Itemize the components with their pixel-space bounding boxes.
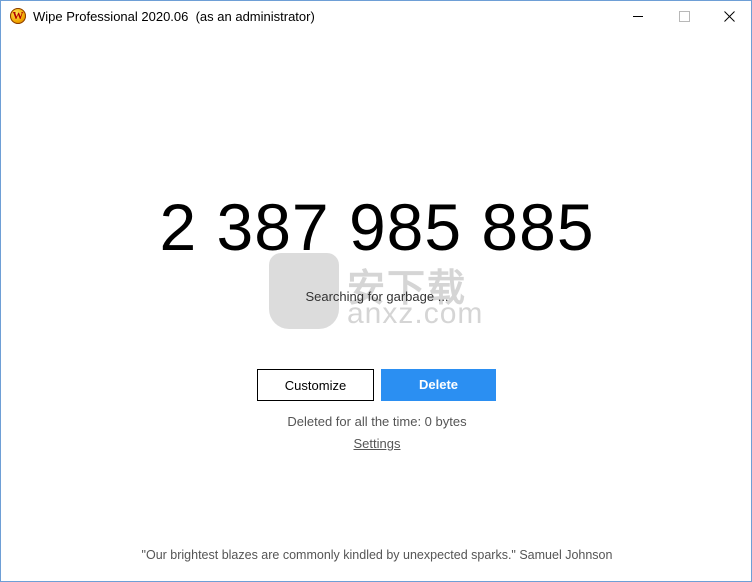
status-text: Searching for garbage ... [305,289,449,304]
minimize-button[interactable] [615,1,661,32]
delete-button[interactable]: Delete [381,369,496,401]
app-icon-letter: W [12,10,24,22]
customize-button[interactable]: Customize [257,369,374,401]
app-icon[interactable]: W [10,8,26,24]
quote-text: "Our brightest blazes are commonly kindl… [141,548,613,562]
close-button[interactable] [707,1,751,32]
settings-link[interactable]: Settings [354,436,401,451]
close-icon [724,11,735,22]
window-title: Wipe Professional 2020.06 (as an adminis… [33,9,315,24]
maximize-icon [679,11,690,22]
settings-link-row: Settings [1,436,751,451]
deleted-total-text: Deleted for all the time: 0 bytes [287,414,467,429]
title-bar[interactable]: W Wipe Professional 2020.06 (as an admin… [1,1,751,32]
maximize-button[interactable] [661,1,707,32]
app-window: W Wipe Professional 2020.06 (as an admin… [0,0,752,582]
minimize-icon [633,16,643,17]
